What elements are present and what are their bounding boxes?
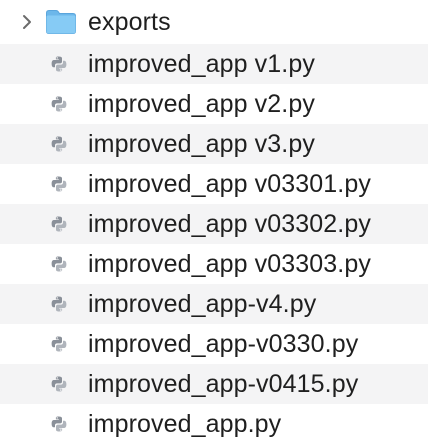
- python-file-icon: [50, 95, 68, 113]
- python-file-icon: [50, 175, 68, 193]
- file-name: improved_app v3.py: [88, 129, 315, 158]
- file-row[interactable]: improved_app v03303.py: [0, 244, 428, 284]
- file-name: improved_app-v0415.py: [88, 369, 359, 398]
- python-file-icon: [50, 255, 68, 273]
- file-row[interactable]: improved_app v03301.py: [0, 164, 428, 204]
- file-row[interactable]: improved_app v3.py: [0, 124, 428, 164]
- folder-name: exports: [88, 7, 171, 36]
- python-file-icon: [50, 55, 68, 73]
- file-name: improved_app v2.py: [88, 89, 315, 118]
- chevron-right-icon[interactable]: [20, 13, 34, 31]
- python-file-icon: [50, 215, 68, 233]
- folder-icon: [45, 9, 77, 35]
- file-row[interactable]: improved_app v03302.py: [0, 204, 428, 244]
- python-file-icon: [50, 415, 68, 433]
- file-name: improved_app v1.py: [88, 49, 315, 78]
- file-row[interactable]: improved_app-v0415.py: [0, 364, 428, 404]
- folder-row-exports[interactable]: exports: [0, 0, 428, 44]
- file-name: improved_app v03303.py: [88, 249, 371, 278]
- file-name: improved_app.py: [88, 409, 282, 438]
- file-name: improved_app-v0330.py: [88, 329, 359, 358]
- file-row[interactable]: improved_app v2.py: [0, 84, 428, 124]
- file-name: improved_app-v4.py: [88, 289, 317, 318]
- python-file-icon: [50, 375, 68, 393]
- file-row[interactable]: improved_app-v4.py: [0, 284, 428, 324]
- file-row[interactable]: improved_app v1.py: [0, 44, 428, 84]
- file-list: exports improved_app v1.py improved_app v…: [0, 0, 428, 444]
- file-row[interactable]: improved_app.py: [0, 404, 428, 444]
- python-file-icon: [50, 335, 68, 353]
- python-file-icon: [50, 295, 68, 313]
- file-row[interactable]: improved_app-v0330.py: [0, 324, 428, 364]
- python-file-icon: [50, 135, 68, 153]
- file-name: improved_app v03301.py: [88, 169, 371, 198]
- file-name: improved_app v03302.py: [88, 209, 371, 238]
